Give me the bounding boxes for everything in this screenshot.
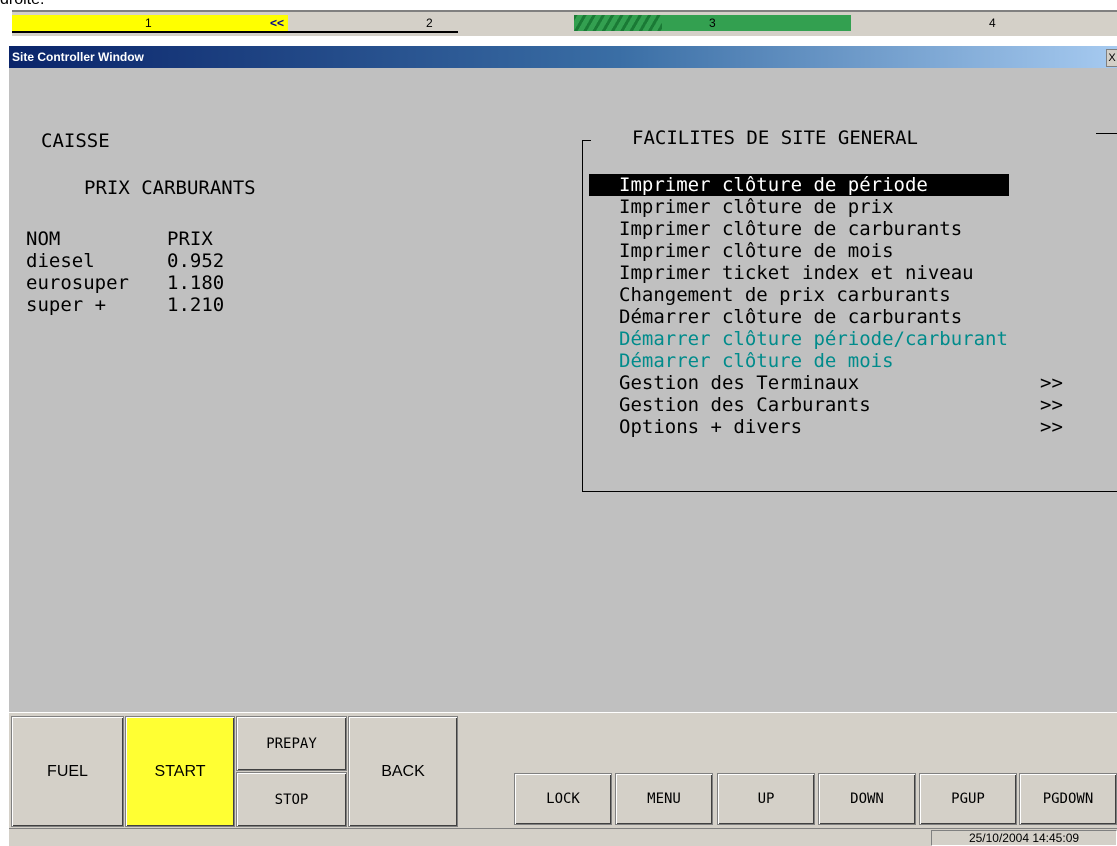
pump-4-label: 4 bbox=[989, 16, 996, 30]
prepay-button[interactable]: PREPAY bbox=[236, 716, 347, 771]
window-titlebar: Site Controller Window bbox=[9, 46, 1117, 68]
fuel-row-name: diesel bbox=[26, 250, 95, 272]
menu-item-gestion-terminaux[interactable]: Gestion des Terminaux bbox=[619, 372, 859, 394]
start-button[interactable]: START bbox=[125, 716, 235, 827]
back-button[interactable]: BACK bbox=[348, 716, 458, 827]
down-button[interactable]: DOWN bbox=[818, 773, 916, 825]
fuel-row-price: 1.210 bbox=[167, 294, 225, 316]
box-corner bbox=[582, 140, 591, 141]
fuel-row-name: super + bbox=[26, 294, 107, 316]
menu-item-demarrer-cloture-periode-carburant: Démarrer clôture période/carburant bbox=[619, 328, 1008, 350]
caisse-label: CAISSE bbox=[41, 130, 110, 152]
menu-item-gestion-carburants[interactable]: Gestion des Carburants bbox=[619, 394, 871, 416]
stop-button[interactable]: STOP bbox=[236, 772, 347, 827]
pgup-button[interactable]: PGUP bbox=[919, 773, 1017, 825]
site-controller-window: Site Controller Window X CAISSE PRIX CAR… bbox=[9, 46, 1117, 846]
pgdown-button[interactable]: PGDOWN bbox=[1019, 773, 1117, 825]
menu-item-imprimer-cloture-prix[interactable]: Imprimer clôture de prix bbox=[619, 196, 894, 218]
pump-1-label: 1 bbox=[145, 16, 152, 30]
menu-title: FACILITES DE SITE GENERAL bbox=[632, 127, 918, 149]
col-name-header: NOM bbox=[26, 228, 61, 250]
menu-item-changement-prix[interactable]: Changement de prix carburants bbox=[619, 284, 951, 306]
lock-button[interactable]: LOCK bbox=[514, 773, 612, 825]
menu-item-options-divers[interactable]: Options + divers bbox=[619, 416, 802, 438]
menu-item-imprimer-cloture-mois[interactable]: Imprimer clôture de mois bbox=[619, 240, 894, 262]
status-bar: 25/10/2004 14:45:09 bbox=[9, 828, 1117, 846]
chevron-left-icon: << bbox=[270, 16, 285, 30]
menu-button[interactable]: MENU bbox=[615, 773, 713, 825]
close-icon[interactable]: X bbox=[1106, 49, 1117, 67]
pump-2-segment[interactable]: 2 bbox=[288, 15, 574, 31]
fuel-row-price: 0.952 bbox=[167, 250, 225, 272]
menu-item-demarrer-cloture-mois: Démarrer clôture de mois bbox=[619, 350, 894, 372]
menu-item-imprimer-cloture-periode[interactable]: Imprimer clôture de période bbox=[589, 174, 1009, 196]
fuel-button[interactable]: FUEL bbox=[11, 716, 124, 827]
pump-divider bbox=[12, 31, 458, 33]
window-title: Site Controller Window bbox=[12, 50, 144, 64]
pump-3-segment[interactable]: 3 bbox=[574, 15, 851, 31]
pump-2-label: 2 bbox=[426, 16, 433, 30]
fuel-row-price: 1.180 bbox=[167, 272, 225, 294]
fuel-row-name: eurosuper bbox=[26, 272, 129, 294]
col-price-header: PRIX bbox=[167, 228, 213, 250]
caption-text: droite. bbox=[0, 0, 44, 9]
status-datetime: 25/10/2004 14:45:09 bbox=[931, 830, 1117, 846]
pump-1-segment[interactable]: 1 << bbox=[12, 15, 288, 31]
submenu-arrow-icon: >> bbox=[1040, 394, 1063, 416]
submenu-arrow-icon: >> bbox=[1040, 416, 1063, 438]
hatch-pattern-icon bbox=[574, 15, 662, 31]
menu-item-imprimer-cloture-carburants[interactable]: Imprimer clôture de carburants bbox=[619, 218, 962, 240]
up-button[interactable]: UP bbox=[717, 773, 815, 825]
pump-4-segment[interactable]: 4 bbox=[851, 15, 1117, 31]
pump-status-bar: 1 << 2 3 4 bbox=[12, 10, 1117, 36]
submenu-arrow-icon: >> bbox=[1040, 372, 1063, 394]
menu-item-demarrer-cloture-carburants[interactable]: Démarrer clôture de carburants bbox=[619, 306, 962, 328]
box-title-line bbox=[1096, 133, 1117, 134]
pump-3-label: 3 bbox=[709, 16, 716, 30]
prices-title: PRIX CARBURANTS bbox=[84, 177, 256, 199]
menu-item-imprimer-ticket-index[interactable]: Imprimer ticket index et niveau bbox=[619, 262, 974, 284]
